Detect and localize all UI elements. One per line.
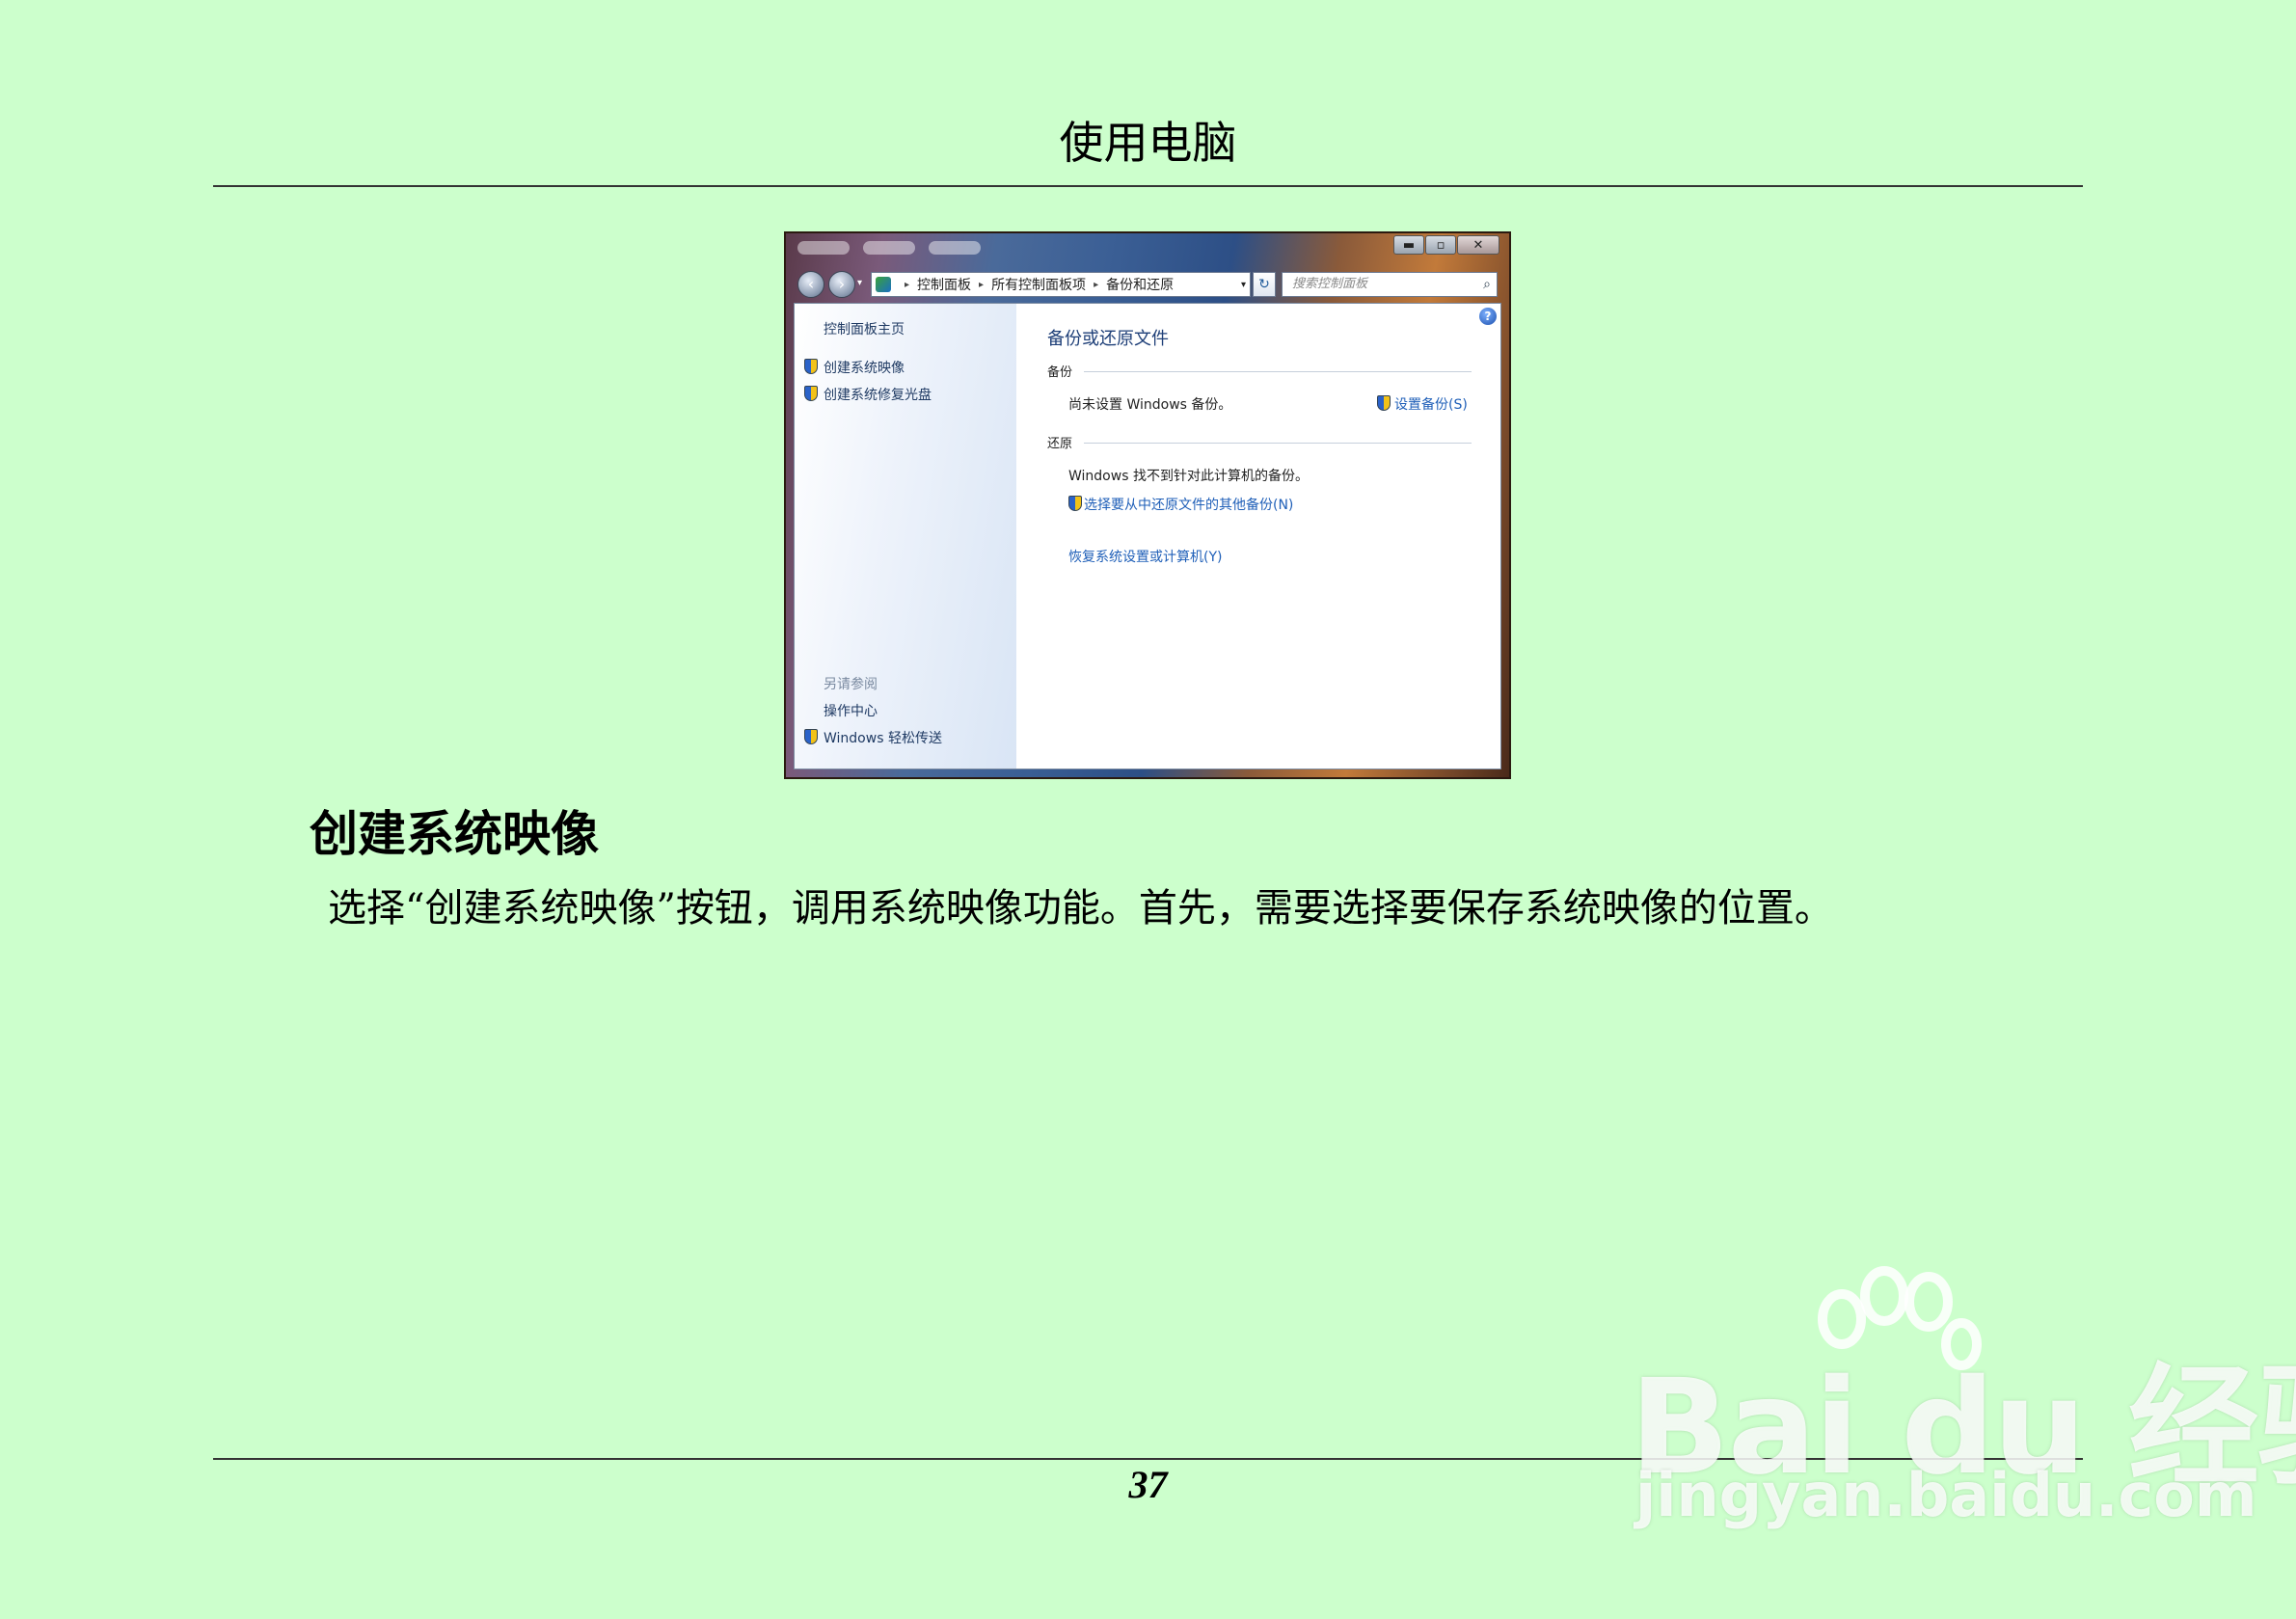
title-bar-blurred-labels — [797, 241, 981, 255]
restore-section-label: 还原 — [1047, 437, 1073, 451]
back-button[interactable]: ‹ — [797, 271, 824, 298]
shield-icon — [1377, 395, 1391, 411]
search-placeholder: 搜索控制面板 — [1292, 277, 1368, 291]
watermark-url: jingyan.baidu.com — [1635, 1460, 2257, 1530]
chevron-right-icon[interactable]: ▸ — [905, 280, 909, 290]
refresh-button[interactable]: ↻ — [1253, 272, 1276, 297]
shield-icon — [804, 729, 818, 744]
close-button[interactable]: ✕ — [1457, 235, 1499, 255]
address-dropdown-icon[interactable]: ▾ — [1241, 280, 1246, 290]
create-repair-disc-link[interactable]: 创建系统修复光盘 — [824, 385, 932, 404]
header-rule — [213, 185, 2083, 187]
main-title: 备份或还原文件 — [1047, 329, 1169, 349]
search-input[interactable]: 搜索控制面板 ⌕ — [1282, 272, 1498, 297]
recover-system-link[interactable]: 恢复系统设置或计算机(Y) — [1068, 547, 1222, 566]
help-icon[interactable]: ? — [1479, 308, 1497, 325]
history-dropdown-icon[interactable]: ▾ — [857, 278, 862, 288]
screenshot-figure: ▬ ▫ ✕ ‹ › ▾ ▸ 控制面板 ▸ 所有控制面板项 ▸ 备份和还原 ▾ ↻… — [784, 231, 1511, 779]
maximize-button[interactable]: ▫ — [1425, 235, 1456, 255]
breadcrumb-backup-restore[interactable]: 备份和还原 — [1106, 275, 1174, 294]
shield-icon — [1068, 496, 1082, 511]
windows-easy-transfer-link[interactable]: Windows 轻松传送 — [824, 728, 942, 747]
control-panel-icon — [876, 277, 891, 292]
shield-icon — [804, 386, 818, 401]
address-bar[interactable]: ▸ 控制面板 ▸ 所有控制面板项 ▸ 备份和还原 ▾ — [871, 272, 1251, 297]
body-paragraph: 选择“创建系统映像”按钮，调用系统映像功能。首先，需要选择要保存系统映像的位置。 — [328, 886, 1833, 931]
navigation-bar: ‹ › ▾ ▸ 控制面板 ▸ 所有控制面板项 ▸ 备份和还原 ▾ ↻ 搜索控制面… — [794, 268, 1501, 301]
chevron-right-icon[interactable]: ▸ — [979, 280, 984, 290]
see-also-title: 另请参阅 — [824, 677, 878, 692]
breadcrumb-control-panel[interactable]: 控制面板 — [917, 275, 971, 294]
baidu-jingyan-watermark: Bai du 经验 jingyan.baidu.com — [1620, 1263, 2296, 1533]
backup-divider — [1084, 371, 1472, 372]
breadcrumb-all-items[interactable]: 所有控制面板项 — [991, 275, 1086, 294]
forward-button[interactable]: › — [828, 271, 855, 298]
shield-icon — [804, 359, 818, 374]
select-other-backup-link[interactable]: 选择要从中还原文件的其他备份(N) — [1084, 495, 1293, 514]
section-heading: 创建系统映像 — [310, 806, 599, 862]
backup-status: 尚未设置 Windows 备份。 — [1068, 397, 1232, 413]
action-center-link[interactable]: 操作中心 — [824, 701, 878, 720]
window-content: 控制面板主页 创建系统映像 创建系统修复光盘 另请参阅 操作中心 Windows… — [794, 303, 1501, 769]
search-icon[interactable]: ⌕ — [1483, 273, 1491, 296]
minimize-button[interactable]: ▬ — [1393, 235, 1424, 255]
restore-status: Windows 找不到针对此计算机的备份。 — [1068, 469, 1309, 484]
create-system-image-link[interactable]: 创建系统映像 — [824, 358, 905, 377]
control-panel-home-link[interactable]: 控制面板主页 — [824, 319, 905, 338]
page-header: 使用电脑 — [1059, 117, 1237, 169]
backup-section-label: 备份 — [1047, 365, 1073, 380]
setup-backup-link[interactable]: 设置备份(S) — [1394, 394, 1468, 414]
restore-divider — [1084, 443, 1472, 444]
window-controls: ▬ ▫ ✕ — [1392, 235, 1499, 255]
task-pane: 控制面板主页 创建系统映像 创建系统修复光盘 另请参阅 操作中心 Windows… — [795, 304, 1016, 769]
chevron-right-icon[interactable]: ▸ — [1094, 280, 1098, 290]
